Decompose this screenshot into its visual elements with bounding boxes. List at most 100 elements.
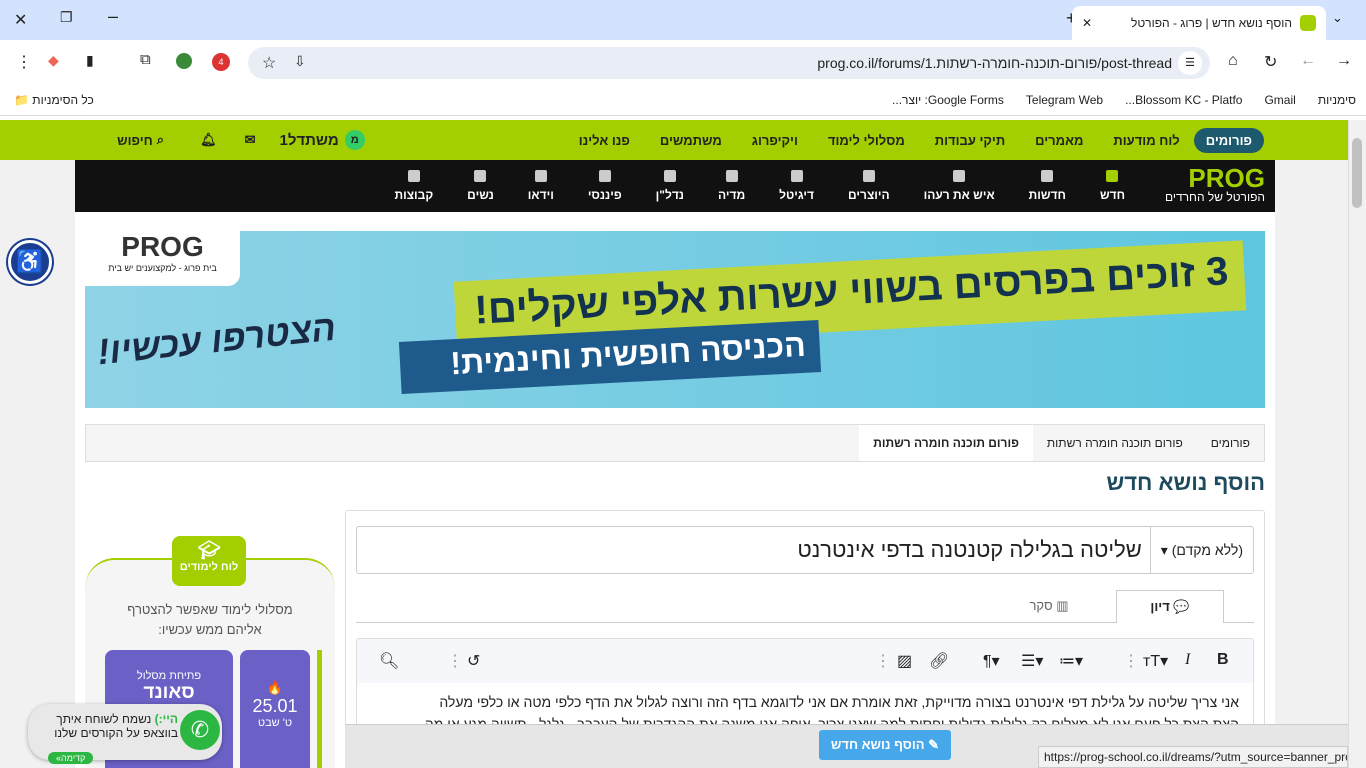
extension-globe-icon[interactable]	[176, 53, 192, 69]
sidebar-scroll[interactable]	[317, 650, 322, 768]
back-icon[interactable]: →	[1336, 52, 1352, 70]
bold-icon[interactable]: B	[1217, 651, 1229, 669]
bookmark-gmail[interactable]: Gmail	[1264, 93, 1295, 107]
whatsapp-cta[interactable]: קדימה»	[48, 752, 94, 764]
forward-icon[interactable]: ←	[1300, 52, 1316, 70]
top-navigation: פורומים לוח מודעות מאמרים תיקי עבודות מס…	[0, 120, 1348, 160]
sidepanel-icon[interactable]: ▮	[86, 52, 94, 69]
browser-tab[interactable]: הוסף נושא חדש | פרוג - הפורטל ✕	[1072, 6, 1326, 40]
menu-icon[interactable]: ⋮	[16, 52, 32, 72]
bookmark-blossom[interactable]: Blossom KC - Platfo...	[1125, 93, 1242, 107]
whatsapp-icon[interactable]: ✆	[180, 710, 220, 750]
cat-video[interactable]: וידאו	[528, 170, 554, 202]
avatar[interactable]: מ	[344, 130, 365, 150]
bell-icon[interactable]: 🔔︎	[200, 132, 217, 148]
cat-finance[interactable]: פיננסי	[588, 170, 622, 202]
undo-icon[interactable]: ↺	[467, 651, 480, 671]
nav-item[interactable]: תיקי עבודות	[935, 133, 1005, 148]
course-sub: פתיחת מסלול	[136, 670, 202, 682]
web-page: פורומים לוח מודעות מאמרים תיקי עבודות מס…	[0, 120, 1348, 768]
tab-strip: ✕ ❐ – + הוסף נושא חדש | פרוג - הפורטל ✕ …	[0, 0, 1366, 40]
link-icon[interactable]: 🔗︎	[929, 651, 949, 671]
content-area: PROG בית פרוג - למקצוענים יש בית 3 זוכים…	[75, 212, 1275, 768]
nav-item[interactable]: מסלולי לימוד	[828, 133, 905, 148]
nav-item[interactable]: משתמשים	[660, 133, 722, 148]
italic-icon[interactable]: I	[1185, 651, 1190, 669]
close-tab-icon[interactable]: ✕	[1082, 16, 1092, 30]
cat-realestate[interactable]: נדל"ן	[656, 170, 684, 202]
bookmark-telegram[interactable]: Telegram Web	[1026, 93, 1103, 107]
font-size-icon[interactable]: тT▾	[1143, 651, 1168, 671]
tab-poll[interactable]: ▥ סקר	[1004, 590, 1094, 623]
breadcrumb-item[interactable]: פורום תוכנה חומרה רשתות	[1033, 436, 1197, 450]
cat-community[interactable]: איש את רעהו	[924, 170, 995, 202]
restore-icon[interactable]: ❐	[60, 9, 73, 26]
tab-search-icon[interactable]: ⌄	[1332, 10, 1343, 26]
url-text[interactable]: prog.co.il/forums/פורום-תוכנה-חומרה-רשתו…	[817, 55, 1172, 71]
extension-icon[interactable]: ◆	[48, 52, 59, 69]
install-icon[interactable]: ⇩	[294, 53, 306, 70]
title-row: (ללא מקדם) ▾ שליטה בגלילה קטנטנה בדפי אי…	[356, 526, 1254, 574]
align-icon[interactable]: ☰▾	[1021, 651, 1043, 671]
paragraph-icon[interactable]: ¶▾	[983, 651, 1000, 671]
search-button[interactable]: חיפוש	[117, 133, 153, 148]
cat-media[interactable]: מדיה	[718, 170, 745, 202]
image-icon[interactable]: ▨	[897, 651, 912, 671]
tab-label: סקר	[1029, 598, 1053, 613]
scrollbar-thumb[interactable]	[1352, 138, 1362, 208]
bookmark-folder[interactable]: סימניות	[1318, 93, 1356, 107]
cat-news[interactable]: חדשות	[1029, 170, 1066, 202]
nav-item[interactable]: לוח מודעות	[1113, 133, 1179, 148]
reload-icon[interactable]: ↻	[1264, 52, 1277, 72]
category-navigation: PROG הפורטל של החרדים חדש חדשות איש את ר…	[75, 160, 1275, 212]
bookmarks-bar: 📁 כל הסימניות סימניות Gmail Blossom KC -…	[0, 86, 1366, 116]
extension-badge: 4	[218, 57, 224, 67]
cat-creators[interactable]: היוצרים	[848, 170, 890, 202]
extensions-icon[interactable]: ⧉	[140, 51, 151, 68]
tab-discussion[interactable]: 💬 דיון	[1116, 590, 1224, 623]
more-icon[interactable]: ⋮	[1123, 651, 1139, 671]
banner-cta: הצטרפו עכשיו!	[95, 306, 338, 373]
user-menu[interactable]: משתדל1	[279, 132, 338, 149]
nav-item[interactable]: פנו אלינו	[579, 133, 630, 148]
address-bar[interactable]: ☆ ⇩ prog.co.il/forums/פורום-תוכנה-חומרה-…	[248, 47, 1210, 79]
breadcrumb-current[interactable]: פורום תוכנה חומרה רשתות	[859, 425, 1033, 461]
bookmark-google-forms[interactable]: Google Forms: יוצר...	[892, 93, 1004, 107]
more-icon[interactable]: ⋮	[875, 651, 891, 671]
accessibility-icon[interactable]: ♿	[8, 240, 52, 284]
logo[interactable]: PROG הפורטל של החרדים	[1165, 165, 1265, 204]
whatsapp-msg: נשמח לשוחח איתך	[56, 712, 152, 726]
site-info-icon[interactable]: ☰	[1178, 51, 1202, 75]
preview-icon[interactable]: 🔍︎	[379, 651, 399, 671]
all-bookmarks[interactable]: 📁 כל הסימניות	[14, 93, 94, 107]
more-icon[interactable]: ⋮	[447, 651, 463, 671]
promo-banner[interactable]: PROG בית פרוג - למקצוענים יש בית 3 זוכים…	[85, 231, 1265, 408]
home-icon[interactable]: ⌂	[1228, 52, 1238, 70]
inbox-icon[interactable]: ✉	[245, 132, 256, 148]
page-scrollbar[interactable]	[1348, 120, 1366, 768]
breadcrumb: פורומים פורום תוכנה חומרה רשתות פורום תו…	[85, 424, 1265, 462]
title-input[interactable]: שליטה בגלילה קטנטנה בדפי אינטרנט	[789, 537, 1149, 563]
tab-label: דיון	[1150, 599, 1170, 614]
cat-women[interactable]: נשים	[467, 170, 494, 202]
minimize-icon[interactable]: –	[108, 6, 118, 27]
cat-digital[interactable]: דיגיטל	[779, 170, 814, 202]
breadcrumb-item[interactable]: פורומים	[1197, 436, 1264, 450]
cat-new[interactable]: חדש	[1100, 170, 1125, 202]
study-badge: 🎓︎ לוח לימודים	[172, 536, 246, 586]
cat-groups[interactable]: קבוצות	[394, 170, 433, 202]
close-window-icon[interactable]: ✕	[14, 10, 27, 30]
bookmark-star-icon[interactable]: ☆	[262, 53, 276, 73]
tab-title: הוסף נושא חדש | פרוג - הפורטל	[1130, 16, 1292, 30]
editor-toolbar: 🔍︎ ⋮ ↺ ⋮ ▨ 🔗︎ ¶▾ ☰▾ ≔▾ ⋮ тT▾ I B	[357, 639, 1255, 683]
nav-item[interactable]: ויקיפרוג	[752, 133, 798, 148]
adblock-icon[interactable]: 4	[212, 53, 230, 71]
nav-item[interactable]: מאמרים	[1035, 133, 1083, 148]
list-icon[interactable]: ≔▾	[1059, 651, 1083, 671]
banner-brand: PROG בית פרוג - למקצוענים יש בית	[85, 231, 240, 286]
search-icon[interactable]: ⌕	[157, 132, 164, 148]
nav-forums[interactable]: פורומים	[1193, 127, 1264, 153]
submit-button[interactable]: ✎ הוסף נושא חדש	[819, 730, 951, 760]
prefix-select[interactable]: (ללא מקדם) ▾	[1149, 527, 1253, 573]
whatsapp-hi: היי:)	[154, 712, 178, 726]
